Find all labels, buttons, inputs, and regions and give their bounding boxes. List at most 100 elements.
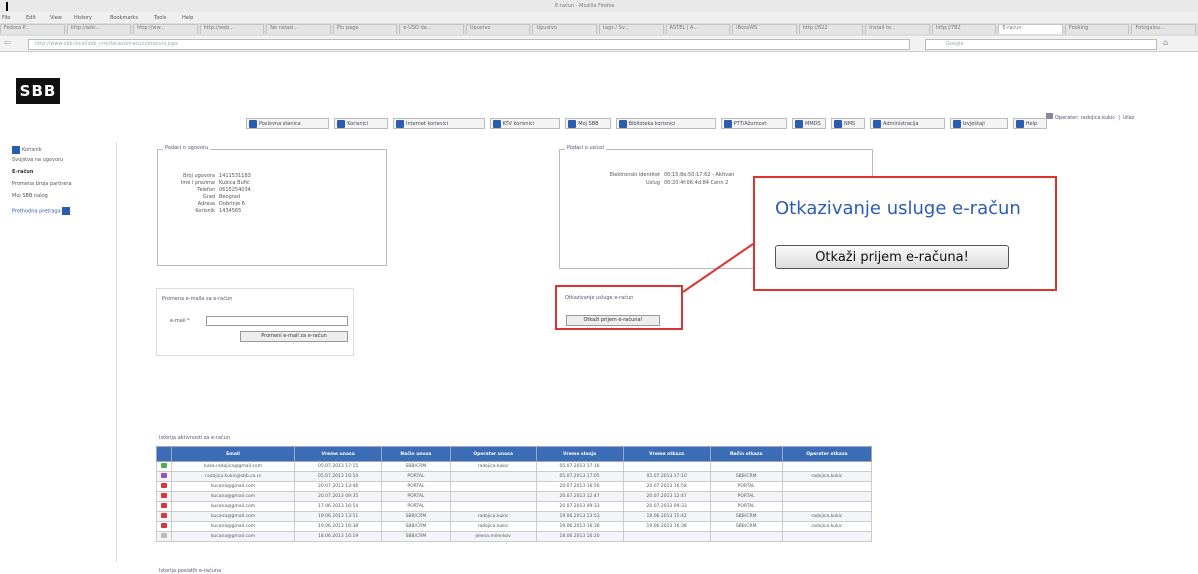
table-cell: SBB/CRM: [381, 511, 451, 522]
table-cell: [449, 481, 537, 492]
table-cell: radojica.kukic: [449, 461, 537, 472]
table-cell: PORTAL: [381, 491, 451, 502]
table-cell: radojica.kukic: [781, 471, 873, 482]
browser-tab[interactable]: Upustvo: [465, 24, 531, 34]
table-cell: radojica.kukic: [449, 511, 537, 522]
browser-tab[interactable]: E-račun: [998, 24, 1063, 34]
browser-tab[interactable]: Upustvo: [532, 24, 597, 34]
browser-tab[interactable]: http://web...: [199, 24, 265, 34]
status-cell: [156, 501, 172, 512]
status-icon: [161, 523, 167, 528]
nav-administracija[interactable]: Administracija: [870, 118, 945, 129]
nav-korisnici[interactable]: Korisnici: [334, 118, 388, 129]
home-icon[interactable]: ⌂: [1163, 38, 1168, 47]
operator-name: Operater: radojica.kukic: [1055, 115, 1116, 121]
contract-panel-legend: Podaci o ugovoru: [163, 145, 211, 151]
table-cell: 19.06.2013 16:38: [535, 521, 624, 532]
nav-help[interactable]: Help: [1012, 118, 1047, 129]
column-header: Vreme unosa: [294, 446, 383, 462]
history-title: Istorija aktivnosti za e-račun: [159, 435, 230, 441]
logout-link[interactable]: Izlaz: [1123, 115, 1134, 121]
status-cell: [156, 481, 172, 492]
menu-item-history[interactable]: History: [74, 15, 92, 21]
nav-moj-sbb[interactable]: Moj SBB: [565, 118, 611, 129]
browser-tab[interactable]: Ne nalazi...: [266, 24, 331, 34]
sidebar-item-moj-sbb[interactable]: Moj SBB nalog: [12, 193, 48, 199]
nav-label: NMS: [844, 121, 856, 127]
menu-item-help[interactable]: Help: [182, 15, 193, 21]
search-icon: [62, 207, 71, 215]
sidebar-item-svojstva[interactable]: Svojstva na ugovoru: [12, 157, 63, 163]
table-cell: 17.06.2013 16:54: [294, 501, 383, 512]
sidebar-item-eracun[interactable]: E-račun: [12, 169, 33, 175]
search-bar[interactable]: Google: [925, 39, 1157, 50]
browser-tab[interactable]: http://ww...: [133, 24, 198, 34]
status-cell: [156, 491, 172, 502]
table-cell: radojica.kukic@sbb.co.rs: [170, 471, 296, 482]
menu-item-bookmarks[interactable]: Bookmarks: [110, 15, 138, 21]
status-icon: [161, 493, 167, 498]
contract-label: Telefon: [197, 187, 215, 193]
menu-item-edit[interactable]: Edit: [26, 15, 36, 21]
contract-value: 1434565: [219, 208, 242, 214]
cancel-eracun-button[interactable]: Otkaži prijem e-računa!: [775, 245, 1009, 269]
change-email-button[interactable]: Promeni e-mail za e-račun: [240, 331, 348, 342]
nav-label: Help: [1025, 121, 1038, 127]
browser-tab[interactable]: Plu page: [332, 24, 398, 34]
nav-poslovna-stanica[interactable]: Poslovna stanica: [246, 118, 330, 129]
browser-tab[interactable]: iBossWS: [732, 24, 797, 34]
browser-tab[interactable]: Fooking: [1064, 24, 1130, 34]
browser-tab[interactable]: http://wiki...: [66, 24, 132, 34]
nav-ptt-a-urnost[interactable]: PTT/Ažurnost: [720, 118, 787, 129]
nav-icon: [492, 120, 501, 128]
table-cell: [622, 461, 711, 472]
nav-ktv-korisnici[interactable]: KTV korisnici: [489, 118, 561, 129]
table-row: radojica.kukic@sbb.co.rs 05.07.2013 16:54…: [156, 471, 873, 482]
browser-tab[interactable]: ASTEL | A...: [665, 24, 731, 34]
browser-tab[interactable]: Fedora P...: [0, 24, 65, 34]
browser-tab[interactable]: tags / Sv...: [599, 24, 664, 34]
status-cell: [156, 461, 172, 472]
menu-item-file[interactable]: File: [2, 15, 10, 21]
nav-biblioteka-korisnici[interactable]: Biblioteka korisnici: [615, 118, 716, 129]
table-cell: kucana@gmail.com: [170, 521, 296, 532]
sent-history-title: Istorija poslatih e-računa: [159, 568, 222, 574]
sidebar-previous-search[interactable]: Prethodna pretraga: [12, 207, 71, 215]
nav-label: Biblioteka korisnici: [628, 121, 676, 127]
zoom-callout: Otkazivanje usluge e-račun Otkaži prijem…: [753, 176, 1057, 291]
nav-mmds[interactable]: MMDS: [792, 118, 826, 129]
nav-icon: [834, 120, 842, 128]
nav-internet-korisnici[interactable]: Internet korisnici: [393, 118, 485, 129]
menu-item-view[interactable]: View: [50, 15, 62, 21]
back-icon[interactable]: ⇦: [4, 38, 11, 47]
status-cell: [156, 521, 172, 532]
url-bar[interactable]: http://www.sbb.local/sbb_crm/faces/errac…: [28, 39, 910, 50]
nav-icon: [795, 120, 803, 128]
browser-tab[interactable]: http://822: [798, 24, 864, 34]
browser-tab[interactable]: Fotogalou...: [1131, 24, 1196, 34]
column-header: Email: [170, 446, 296, 462]
browser-tab[interactable]: Install to...: [865, 24, 930, 34]
table-row: kucana@gmail.com 18.06.2013 16:19 SBB/CRM j…: [156, 531, 873, 542]
url-text: http://www.sbb.local/sbb_crm/faces/errac…: [35, 41, 178, 47]
table-cell: [781, 531, 873, 542]
sidebar-item-promena-broja[interactable]: Promena broja partnera: [12, 181, 72, 187]
table-cell: [449, 491, 537, 502]
contract-label: Korisnik: [195, 208, 215, 214]
table-row: kucana@gmail.com 20.07.2013 13:46 PORTAL 20…: [156, 481, 873, 492]
menu-bar: File Edit View History Bookmarks Tools Help: [0, 12, 1198, 23]
table-cell: PORTAL: [709, 491, 783, 502]
table-cell: PORTAL: [381, 481, 451, 492]
table-cell: [781, 481, 873, 492]
nav-nms[interactable]: NMS: [831, 118, 865, 129]
table-cell: [781, 501, 873, 512]
menu-item-tools[interactable]: Tools: [154, 15, 166, 21]
browser-tab[interactable]: http://782: [931, 24, 997, 34]
browser-tab[interactable]: e-USO de...: [399, 24, 464, 34]
table-cell: radojica.kukic: [781, 511, 873, 522]
column-header: Način unosa: [381, 446, 451, 462]
nav-izvje-taji[interactable]: Izvještaji: [949, 118, 1008, 129]
table-cell: SBB/CRM: [381, 531, 451, 542]
email-input[interactable]: [206, 316, 348, 326]
table-cell: 05.07.2013 17:16: [535, 461, 624, 472]
